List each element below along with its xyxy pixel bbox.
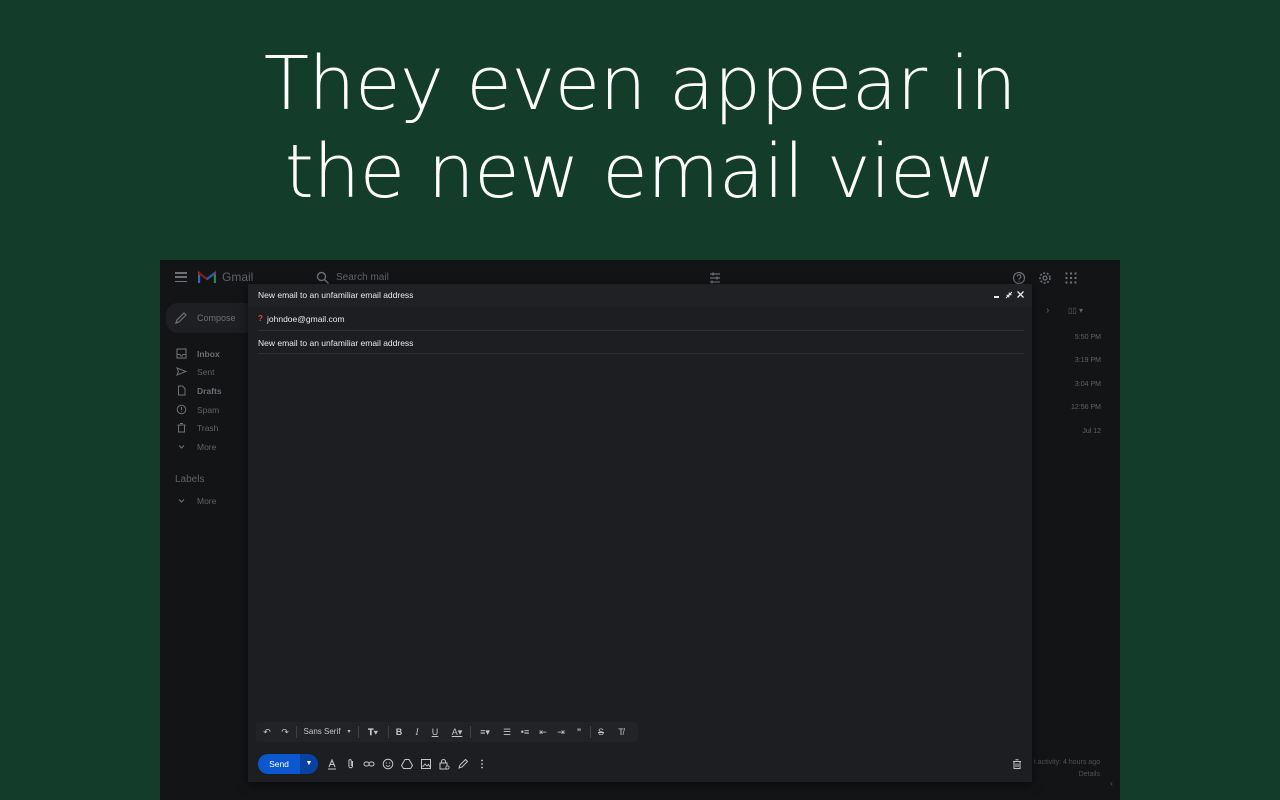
strikethrough-icon[interactable]: S [594,725,608,739]
close-icon[interactable] [1016,290,1025,299]
toolbar-divider [470,726,471,738]
gear-icon[interactable] [1038,271,1052,285]
drafts-icon [178,385,186,396]
sidebar-item-trash[interactable]: Trash [160,419,248,437]
emoji-icon[interactable] [382,758,394,770]
formatting-toolbar: ↶ ↷ Sans Serif ▾ 𝐓▾ B I U A▾ ≡▾ ☰ •≡ ⇤ ⇥… [256,722,638,742]
email-time: 3:19 PM [1074,357,1101,364]
discard-draft-icon[interactable] [1011,758,1023,770]
indent-more-icon[interactable]: ⇥ [554,725,568,739]
sent-icon [176,367,187,376]
spam-icon [176,404,187,415]
chevron-down-icon [178,445,185,449]
sidebar-item-inbox[interactable]: Inbox [160,345,248,363]
font-size-icon[interactable]: 𝐓▾ [362,725,384,739]
sidebar-item-label: Sent [197,367,215,377]
sidebar-item-spam[interactable]: Spam [160,401,248,419]
search-options-icon[interactable] [708,271,722,285]
more-options-icon[interactable] [476,758,488,770]
indent-less-icon[interactable]: ⇤ [536,725,550,739]
attach-icon[interactable] [345,758,357,770]
last-activity-text: t activity: 4 hours ago [1033,759,1100,766]
sidebar-item-label: Trash [197,423,219,433]
trash-icon [177,423,186,433]
send-options-icon[interactable]: ▼ [300,754,318,774]
sidebar-item-more[interactable]: More [160,438,248,456]
undo-icon[interactable]: ↶ [260,725,274,739]
next-page-icon[interactable]: › [1046,305,1049,316]
headline: They even appear in the new email view [0,40,1280,216]
gmail-logo-icon[interactable] [198,270,216,284]
redo-icon[interactable]: ↷ [278,725,292,739]
labels-more[interactable]: More [160,492,248,510]
send-button[interactable]: Send [258,754,300,774]
sidebar-item-label: Drafts [197,386,222,396]
confidential-mode-icon[interactable] [438,758,450,770]
link-icon[interactable] [363,758,375,770]
headline-line-2: the new email view [284,129,996,215]
compose-window: New email to an unfamiliar email address… [248,284,1032,782]
drive-icon[interactable] [401,758,413,770]
sidebar-item-label: Inbox [197,349,220,359]
to-field[interactable]: ? johndoe@gmail.com [258,308,1024,331]
compose-label: Compose [197,313,236,323]
chevron-left-icon[interactable]: ‹ [1110,778,1113,788]
toolbar-divider [296,726,297,738]
toolbar-divider [590,726,591,738]
compose-header[interactable]: New email to an unfamiliar email address [248,284,1032,306]
compose-button[interactable]: Compose [166,303,256,333]
quote-icon[interactable]: ” [572,725,586,739]
chevron-down-icon[interactable]: ▾ [344,725,354,739]
insert-photo-icon[interactable] [420,758,432,770]
labels-heading: Labels [175,474,205,485]
formatting-options-icon[interactable] [326,758,338,770]
search-icon[interactable] [316,271,330,285]
sidebar-item-label: More [197,442,217,452]
menu-icon[interactable] [175,272,187,282]
search-input[interactable]: Search mail [336,272,389,283]
remove-formatting-icon[interactable]: T̸ [614,725,628,739]
sidebar-item-drafts[interactable]: Drafts [160,382,248,400]
details-link[interactable]: Details [1079,771,1100,778]
email-time: 5:50 PM [1074,334,1101,341]
help-icon[interactable] [1012,271,1026,285]
email-time: Jul 12 [1082,428,1101,435]
apps-grid-icon[interactable] [1065,272,1077,284]
minimize-icon[interactable] [994,296,999,298]
email-time: 3:04 PM [1074,381,1101,388]
email-time: 12:56 PM [1071,404,1101,411]
numbered-list-icon[interactable]: ☰ [500,725,514,739]
sidebar-item-sent[interactable]: Sent [160,363,248,381]
toolbar-divider [358,726,359,738]
pencil-icon [175,312,187,324]
exit-full-screen-icon[interactable] [1005,291,1013,299]
toolbar-divider [388,726,389,738]
labels-more-label: More [197,496,217,506]
bulleted-list-icon[interactable]: •≡ [518,725,532,739]
signature-icon[interactable] [457,758,469,770]
bold-icon[interactable]: B [392,725,406,739]
underline-icon[interactable]: U [428,725,442,739]
subject-field[interactable]: New email to an unfamiliar email address [258,331,1024,354]
align-icon[interactable]: ≡▾ [474,725,496,739]
italic-icon[interactable]: I [410,725,424,739]
gmail-screenshot: Gmail Search mail Compose Inbox Sent Dra… [160,260,1120,800]
subject-value: New email to an unfamiliar email address [258,338,414,348]
unfamiliar-address-warning-icon: ? [258,314,263,323]
sidebar-item-label: Spam [197,405,220,415]
headline-line-1: They even appear in [263,41,1017,127]
inbox-icon [176,348,187,359]
chevron-down-icon [178,499,185,503]
recipient-chip[interactable]: johndoe@gmail.com [267,314,345,324]
split-pane-icon[interactable]: ▯▯ ▾ [1068,306,1083,315]
gmail-wordmark: Gmail [222,270,254,284]
text-color-icon[interactable]: A▾ [446,725,468,739]
font-select[interactable]: Sans Serif [300,725,344,739]
compose-title: New email to an unfamiliar email address [258,290,414,300]
